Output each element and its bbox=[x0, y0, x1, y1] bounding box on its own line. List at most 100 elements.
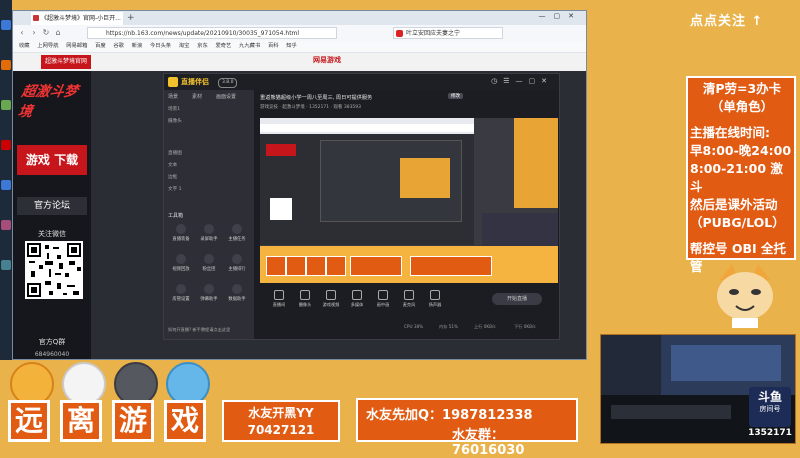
stream-preview bbox=[260, 118, 558, 283]
desktop-icon[interactable] bbox=[1, 140, 11, 150]
qq-group-number: 684960040 bbox=[34, 351, 70, 358]
tool-item[interactable]: 主播任务 bbox=[224, 224, 250, 242]
title-tile: 离 bbox=[60, 400, 102, 442]
tool-item[interactable]: 粉丝团 bbox=[196, 254, 222, 272]
bookmark-item[interactable]: 爱奇艺 bbox=[215, 43, 231, 49]
scene-item[interactable]: 文本 bbox=[168, 162, 177, 168]
site-header: 超激斗梦境官网 网易游戏 bbox=[13, 53, 586, 71]
control-button[interactable]: 游戏视频 bbox=[320, 289, 342, 308]
desktop-icon[interactable] bbox=[1, 60, 11, 70]
window-controls[interactable]: —▢✕ bbox=[539, 12, 582, 20]
yy-number: 70427121 bbox=[247, 423, 315, 437]
app-logo: 直播伴侣 bbox=[168, 76, 209, 88]
qq-contact: 水友先加Q：1987812338 bbox=[366, 408, 533, 423]
notice-line: 然后是课外活动 bbox=[690, 197, 778, 212]
tool-item[interactable]: 主播排行 bbox=[224, 254, 250, 272]
toolbox-title: 工具箱 bbox=[168, 213, 184, 219]
netease-logo[interactable]: 网易游戏 bbox=[313, 55, 341, 65]
stream-title: 重返熊猫超级小学一周八至周三, 周日可提供服务 bbox=[260, 95, 373, 101]
tab-scene[interactable]: 场景 bbox=[168, 93, 178, 100]
bookmark-bar: 收藏 上网导航 网易邮箱 百度 谷歌 新浪 今日头条 淘宝 京东 爱奇艺 九九藏… bbox=[13, 41, 586, 53]
bookmark-item[interactable]: 知乎 bbox=[286, 43, 297, 49]
desktop-icon[interactable] bbox=[1, 100, 11, 110]
url-input[interactable]: https://nb.163.com/news/update/20210910/… bbox=[87, 27, 337, 39]
app-window-controls[interactable]: ◷☰—▢✕ bbox=[491, 77, 553, 85]
tool-item[interactable]: 录屏助手 bbox=[196, 224, 222, 242]
cat-mascots bbox=[6, 362, 210, 406]
cat-meme-icon bbox=[712, 262, 778, 328]
control-button[interactable]: 画中画 bbox=[372, 289, 394, 308]
title-tile: 游 bbox=[112, 400, 154, 442]
new-tab-button[interactable]: + bbox=[127, 13, 135, 23]
control-button[interactable]: 摄像头 bbox=[294, 289, 316, 308]
yy-label: 水友开黑YY bbox=[248, 406, 314, 420]
home-icon[interactable]: ⌂ bbox=[53, 28, 63, 38]
tool-item[interactable]: 数据助手 bbox=[224, 284, 250, 302]
game-logo[interactable]: 超激斗梦境 bbox=[17, 81, 87, 120]
tool-item[interactable]: 弹幕助手 bbox=[196, 284, 222, 302]
qq-group-label: 官方Q群 bbox=[38, 338, 66, 346]
search-input[interactable]: 叶立安回应夫妻之宁 bbox=[393, 27, 503, 39]
control-button[interactable]: 直播间 bbox=[268, 289, 290, 308]
forward-icon[interactable]: › bbox=[29, 28, 39, 38]
start-live-button[interactable]: 开始直播 bbox=[492, 293, 542, 305]
forum-button[interactable]: 官方论坛 bbox=[17, 197, 87, 215]
bookmark-item[interactable]: 百科 bbox=[268, 43, 279, 49]
preview-screen bbox=[260, 118, 474, 245]
edit-title-button[interactable]: 修改 bbox=[448, 93, 463, 99]
preview-notice bbox=[514, 118, 558, 208]
bookmark-item[interactable]: 淘宝 bbox=[179, 43, 190, 49]
control-bar: 直播间 摄像头 游戏视频 多媒体 画中画 麦克风 扬声器 开始直播 bbox=[254, 289, 559, 317]
bookmark-item[interactable]: 百度 bbox=[95, 43, 106, 49]
bookmark-item[interactable]: 谷歌 bbox=[113, 43, 124, 49]
tool-item[interactable]: 视频回放 bbox=[168, 254, 194, 272]
tab-material[interactable]: 素材 bbox=[192, 93, 202, 100]
refresh-icon[interactable]: ↻ bbox=[41, 28, 51, 38]
scene-item[interactable]: 场景1 bbox=[168, 106, 180, 112]
platform-logo: 斗鱼 bbox=[757, 390, 782, 404]
scene-item[interactable]: 直播图 bbox=[168, 150, 182, 156]
scene-item[interactable]: 边框 bbox=[168, 174, 177, 180]
cpu-stat: CPU 38% bbox=[404, 324, 424, 329]
memory-stat: 内存 51% bbox=[439, 324, 459, 329]
tool-item[interactable]: 直播装备 bbox=[168, 224, 194, 242]
scene-item[interactable]: 摄像头 bbox=[168, 118, 182, 124]
bookmark-item[interactable]: 收藏 bbox=[19, 43, 30, 49]
desktop-icon[interactable] bbox=[1, 20, 11, 30]
bookmark-item[interactable]: 今日头条 bbox=[150, 43, 171, 49]
tab-bar: 《超激斗梦境》官网-小巨开... + —▢✕ bbox=[13, 11, 586, 25]
desktop-icon[interactable] bbox=[1, 180, 11, 190]
qq-group: 水友群：76016030 bbox=[452, 428, 525, 458]
tutorial-link[interactable]: 如何开直播? 新手教程请点击这里 bbox=[168, 327, 230, 333]
bookmark-item[interactable]: 网易邮箱 bbox=[66, 43, 87, 49]
game-website: 超激斗梦境官网 网易游戏 超激斗梦境 游戏 下载 官方论坛 关注微信 官方Q群 … bbox=[13, 53, 586, 359]
back-icon[interactable]: ‹ bbox=[17, 28, 27, 38]
preview-overlay bbox=[260, 246, 558, 283]
bookmark-item[interactable]: 九九藏书 bbox=[239, 43, 260, 49]
follow-prompt: 点点关注 ↑ bbox=[690, 14, 764, 29]
weixin-label: 关注微信 bbox=[38, 230, 66, 238]
download-stat: 下行 0KB/s bbox=[514, 324, 536, 329]
control-button[interactable]: 多媒体 bbox=[346, 289, 368, 308]
desktop-icon[interactable] bbox=[1, 220, 11, 230]
notice-line: 清P劳=3办卡 bbox=[702, 81, 782, 96]
desktop-icon[interactable] bbox=[1, 260, 11, 270]
bookmark-item[interactable]: 京东 bbox=[197, 43, 208, 49]
notice-line: 8:00-21:00 激斗 bbox=[690, 161, 783, 194]
qr-code bbox=[25, 241, 83, 299]
control-button[interactable]: 麦克风 bbox=[398, 289, 420, 308]
yy-info-box: 水友开黑YY 70427121 bbox=[222, 400, 340, 442]
tab-display-settings[interactable]: 画面设置 bbox=[216, 93, 236, 100]
bookmark-item[interactable]: 上网导航 bbox=[37, 43, 58, 49]
game-side-panel: 超激斗梦境 游戏 下载 官方论坛 关注微信 官方Q群 684960040 bbox=[13, 71, 91, 359]
bookmark-item[interactable]: 新浪 bbox=[132, 43, 143, 49]
browser-tab[interactable]: 《超激斗梦境》官网-小巨开... bbox=[31, 12, 123, 25]
site-home-button[interactable]: 超激斗梦境官网 bbox=[41, 55, 91, 69]
address-bar: ‹ › ↻ ⌂ https://nb.163.com/news/update/2… bbox=[13, 25, 586, 42]
scene-item[interactable]: 文字 1 bbox=[168, 186, 182, 192]
qq-info-box: 水友先加Q：1987812338 水友群：76016030 bbox=[356, 398, 578, 458]
control-button[interactable]: 扬声器 bbox=[424, 289, 446, 308]
tool-item[interactable]: 房管设置 bbox=[168, 284, 194, 302]
download-button[interactable]: 游戏 下载 bbox=[17, 145, 87, 175]
app-sidebar: 场景 素材 画面设置 场景1 摄像头 直播图 文本 边框 文字 1 工具箱 直播… bbox=[164, 90, 254, 339]
